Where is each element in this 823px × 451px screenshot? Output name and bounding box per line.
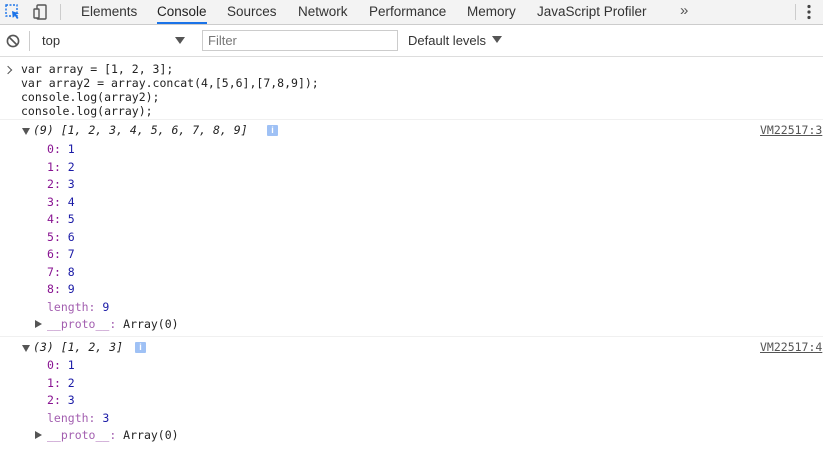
source-link[interactable]: VM22517:4 (760, 339, 822, 356)
array-entry: 5: 6 (47, 229, 75, 244)
array-summary[interactable]: (9) [1, 2, 3, 4, 5, 6, 7, 8, 9] (33, 122, 248, 139)
tabbar-separator (795, 4, 796, 20)
array-entry: 6: 7 (47, 247, 75, 261)
tab-sources[interactable]: Sources (227, 0, 277, 24)
inspect-element-icon[interactable] (4, 3, 22, 21)
filter-input[interactable] (202, 30, 398, 51)
array-entry: 7: 8 (47, 264, 75, 279)
tab-javascript-profiler[interactable]: JavaScript Profiler (537, 0, 647, 24)
toolbar-separator (29, 31, 30, 51)
clear-console-icon[interactable] (6, 34, 20, 48)
more-tabs-icon[interactable]: » (680, 0, 688, 24)
array-length: length: 3 (47, 410, 110, 425)
array-entry: 0: 1 (47, 142, 75, 156)
tabbar-separator (60, 4, 61, 20)
array-entry: 1: 2 (47, 159, 75, 174)
array-proto[interactable]: __proto__: Array(0) (47, 316, 179, 333)
code-line: console.log(array2); (21, 90, 160, 104)
devtools-tabbar: Elements Console Sources Network Perform… (0, 0, 823, 25)
array-summary[interactable]: (3) [1, 2, 3] (33, 339, 123, 356)
array-entry: 0: 1 (47, 358, 75, 372)
expand-triangle-icon[interactable] (35, 320, 42, 328)
code-line: console.log(array); (21, 104, 153, 118)
info-icon: i (267, 125, 278, 136)
tab-console[interactable]: Console (157, 0, 207, 24)
console-command: var array = [1, 2, 3]; var array2 = arra… (0, 61, 823, 119)
tab-network[interactable]: Network (298, 0, 348, 24)
code-line: var array2 = array.concat(4,[5,6],[7,8,9… (21, 76, 319, 90)
console-toolbar: top Default levels (0, 25, 823, 57)
info-icon: i (135, 342, 146, 353)
source-link[interactable]: VM22517:3 (760, 122, 822, 139)
array-entry: 2: 3 (47, 393, 75, 407)
code-line: var array = [1, 2, 3]; (21, 62, 174, 76)
expand-triangle-icon[interactable] (22, 345, 30, 352)
console-message: (9) [1, 2, 3, 4, 5, 6, 7, 8, 9] i VM2251… (0, 119, 823, 337)
console-message: (3) [1, 2, 3] i VM22517:4 0: 1 1: 2 2: 3… (0, 336, 823, 449)
console-output: var array = [1, 2, 3]; var array2 = arra… (0, 57, 823, 451)
kebab-menu-icon[interactable] (806, 3, 812, 21)
expand-triangle-icon[interactable] (22, 128, 30, 135)
array-entry: 2: 3 (47, 177, 75, 191)
chevron-down-icon[interactable] (492, 36, 502, 43)
tab-elements[interactable]: Elements (81, 0, 137, 24)
prompt-chevron-icon (3, 65, 13, 75)
array-length: length: 9 (47, 299, 110, 314)
tab-memory[interactable]: Memory (467, 0, 516, 24)
log-levels-dropdown[interactable]: Default levels (408, 25, 486, 56)
chevron-down-icon[interactable] (175, 37, 185, 44)
array-entry: 1: 2 (47, 375, 75, 390)
expand-triangle-icon[interactable] (35, 431, 42, 439)
array-entry: 3: 4 (47, 194, 75, 209)
array-entry: 4: 5 (47, 212, 75, 226)
array-proto[interactable]: __proto__: Array(0) (47, 427, 179, 444)
array-entry: 8: 9 (47, 282, 75, 296)
tab-performance[interactable]: Performance (369, 0, 446, 24)
device-toolbar-icon[interactable] (32, 3, 50, 21)
context-selector[interactable]: top (42, 25, 60, 56)
